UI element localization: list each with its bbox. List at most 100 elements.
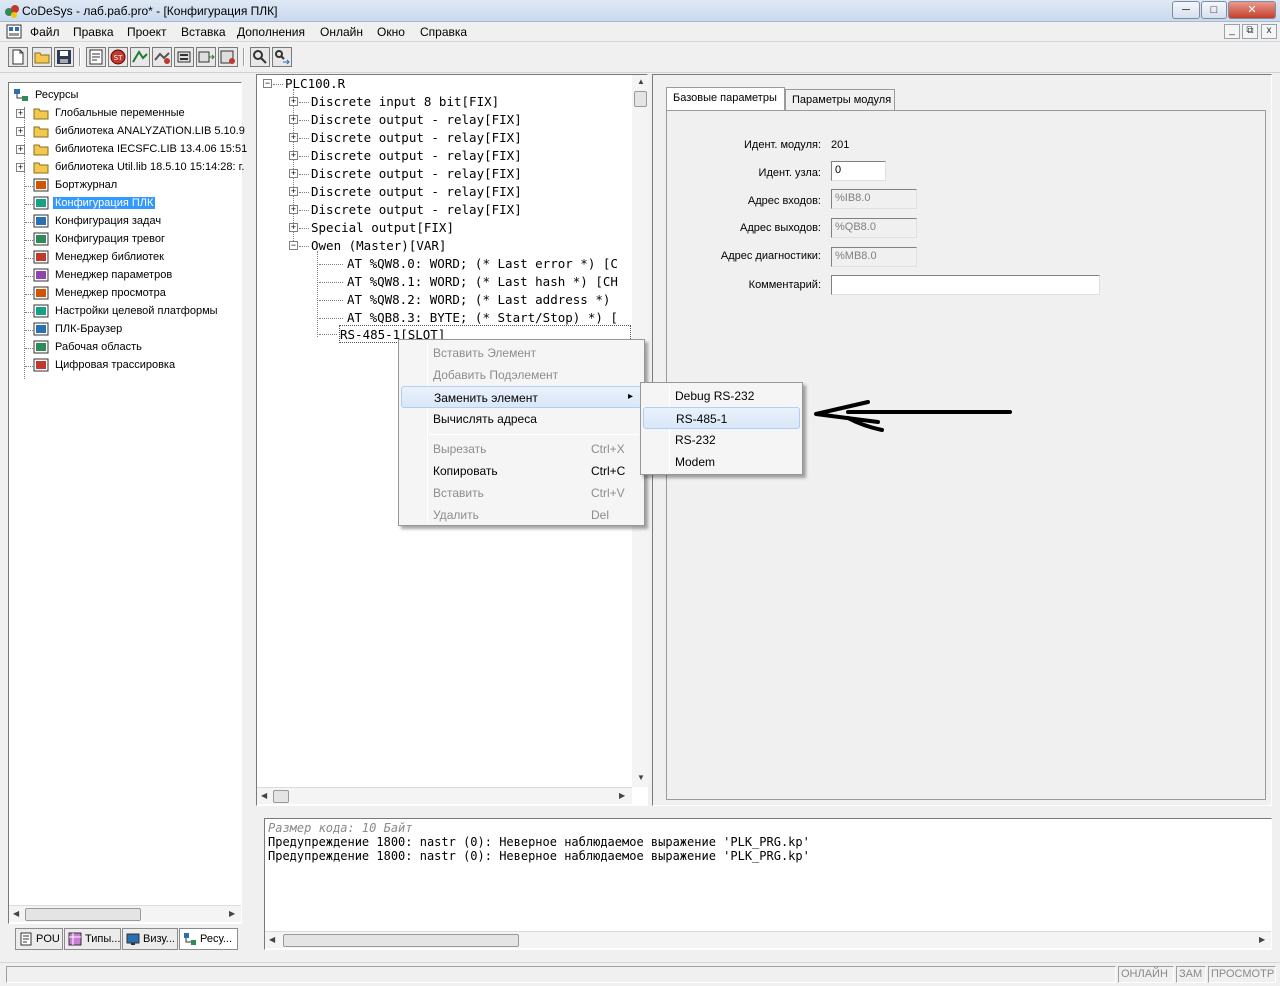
collapse-root-icon[interactable]: −	[263, 79, 272, 88]
context-menu-item[interactable]: Добавить Подэлемент	[401, 364, 642, 386]
logout-icon[interactable]	[152, 47, 172, 67]
scroll-left-icon[interactable]: ◀	[13, 909, 19, 918]
expand-icon[interactable]: +	[16, 163, 25, 172]
resource-item[interactable]: Конфигурация задач	[13, 213, 239, 231]
mdi-document-icon[interactable]	[6, 24, 22, 39]
submenu-item[interactable]: Modem	[643, 451, 800, 473]
menu-file[interactable]: Файл	[30, 25, 60, 39]
context-menu-item[interactable]: Вставить Ctrl+V	[401, 482, 642, 504]
tab-resources[interactable]: Ресу...	[179, 928, 238, 950]
mdi-close-button[interactable]: x	[1261, 24, 1277, 39]
submenu-item[interactable]: Debug RS-232	[643, 385, 800, 407]
scroll-thumb[interactable]	[283, 934, 519, 947]
scroll-left-icon[interactable]: ◀	[269, 935, 275, 944]
tree-variable-label: AT %QW8.1: WORD; (* Last hash *) [CH	[347, 274, 618, 289]
submenu-arrow-icon: ▸	[628, 391, 634, 402]
resources-hscroll[interactable]: ◀ ▶	[9, 905, 241, 922]
resource-item[interactable]: Конфигурация тревог	[13, 231, 239, 249]
find-icon[interactable]	[250, 47, 270, 67]
codesys-app-icon[interactable]	[4, 3, 20, 19]
message-line[interactable]: Предупреждение 1800: nastr (0): Неверное…	[268, 835, 810, 849]
menu-project[interactable]: Проект	[127, 25, 167, 39]
resource-item[interactable]: Настройки целевой платформы	[13, 303, 239, 321]
expand-icon[interactable]: +	[289, 115, 298, 124]
resource-item[interactable]: Цифровая трассировка	[13, 357, 239, 375]
submenu-item[interactable]: RS-485-1	[643, 407, 800, 429]
expand-icon[interactable]: +	[16, 109, 25, 118]
resource-item[interactable]: Рабочая область	[13, 339, 239, 357]
resources-root[interactable]: Ресурсы	[13, 87, 239, 105]
scroll-up-icon[interactable]: ▲	[637, 77, 645, 86]
message-line[interactable]: Предупреждение 1800: nastr (0): Неверное…	[268, 849, 810, 863]
stop-icon[interactable]: ST	[108, 47, 128, 67]
context-menu-item[interactable]: Заменить элемент ▸	[401, 386, 642, 408]
context-menu-item[interactable]: Копировать Ctrl+C	[401, 460, 642, 482]
new-file-icon[interactable]	[8, 47, 28, 67]
mdi-restore-button[interactable]: ⧉	[1242, 24, 1258, 39]
mdi-minimize-button[interactable]: _	[1224, 24, 1240, 39]
scroll-thumb[interactable]	[25, 908, 141, 921]
plc-config-icon	[33, 196, 49, 210]
expand-icon[interactable]: +	[289, 223, 298, 232]
expand-icon[interactable]: +	[289, 169, 298, 178]
node-id-field[interactable]: 0	[831, 161, 886, 181]
resource-item[interactable]: Менеджер просмотра	[13, 285, 239, 303]
minimize-button[interactable]: ─	[1172, 1, 1200, 19]
messages-hscroll[interactable]: ◀ ▶	[265, 931, 1271, 948]
resource-item[interactable]: Менеджер библиотек	[13, 249, 239, 267]
expand-icon[interactable]: +	[289, 187, 298, 196]
scroll-thumb[interactable]	[634, 91, 647, 107]
submenu-item[interactable]: RS-232	[643, 429, 800, 451]
collapse-icon[interactable]: −	[289, 241, 298, 250]
expand-icon[interactable]: +	[289, 97, 298, 106]
tab-visualization[interactable]: Визу...	[122, 928, 178, 950]
expand-icon[interactable]: +	[16, 145, 25, 154]
tab-types[interactable]: Типы...	[64, 928, 121, 950]
breakpoint-icon[interactable]	[218, 47, 238, 67]
step-icon[interactable]	[196, 47, 216, 67]
expand-icon[interactable]: +	[289, 133, 298, 142]
context-menu-item[interactable]: Вырезать Ctrl+X	[401, 438, 642, 460]
tree-line	[319, 334, 337, 335]
save-icon[interactable]	[54, 47, 74, 67]
replace-icon[interactable]	[272, 47, 292, 67]
resource-item[interactable]: ПЛК-Браузер	[13, 321, 239, 339]
scroll-thumb[interactable]	[273, 790, 289, 803]
resource-item[interactable]: + библиотека IECSFC.LIB 13.4.06 15:51	[13, 141, 247, 159]
open-folder-icon[interactable]	[32, 47, 52, 67]
maximize-button[interactable]: □	[1201, 1, 1227, 19]
tree-hscroll[interactable]: ◀ ▶	[257, 787, 632, 804]
scroll-right-icon[interactable]: ▶	[229, 909, 235, 918]
menu-extras[interactable]: Дополнения	[237, 25, 305, 39]
scroll-right-icon[interactable]: ▶	[1259, 935, 1265, 944]
tab-basic-params[interactable]: Базовые параметры	[666, 87, 785, 111]
expand-icon[interactable]: +	[289, 205, 298, 214]
context-menu-item[interactable]: Вставить Элемент	[401, 342, 642, 364]
resource-item[interactable]: Конфигурация ПЛК	[13, 195, 239, 213]
scroll-right-icon[interactable]: ▶	[619, 791, 625, 800]
comment-field[interactable]	[831, 275, 1100, 295]
tab-module-params[interactable]: Параметры модуля	[785, 89, 895, 111]
menu-window[interactable]: Окно	[377, 25, 405, 39]
resource-item[interactable]: Менеджер параметров	[13, 267, 239, 285]
context-menu-item[interactable]: Вычислять адреса	[401, 408, 642, 430]
tab-pou[interactable]: POU	[15, 928, 63, 950]
resource-item[interactable]: + Глобальные переменные	[13, 105, 239, 123]
compile-icon[interactable]	[86, 47, 106, 67]
menu-edit[interactable]: Правка	[73, 25, 114, 39]
close-button[interactable]: ✕	[1228, 1, 1276, 19]
run-icon[interactable]	[174, 47, 194, 67]
menu-help[interactable]: Справка	[420, 25, 467, 39]
resource-item[interactable]: + библиотека Util.lib 18.5.10 15:14:28: г…	[13, 159, 244, 177]
resource-item[interactable]: Бортжурнал	[13, 177, 239, 195]
diag-addr-label: Адрес диагностики:	[720, 250, 821, 262]
resource-item[interactable]: + библиотека ANALYZATION.LIB 5.10.9	[13, 123, 245, 141]
scroll-left-icon[interactable]: ◀	[261, 791, 267, 800]
expand-icon[interactable]: +	[289, 151, 298, 160]
menu-online[interactable]: Онлайн	[320, 25, 363, 39]
login-icon[interactable]	[130, 47, 150, 67]
menu-insert[interactable]: Вставка	[181, 25, 226, 39]
scroll-down-icon[interactable]: ▼	[637, 773, 645, 782]
context-menu-item[interactable]: Удалить Del	[401, 504, 642, 526]
expand-icon[interactable]: +	[16, 127, 25, 136]
